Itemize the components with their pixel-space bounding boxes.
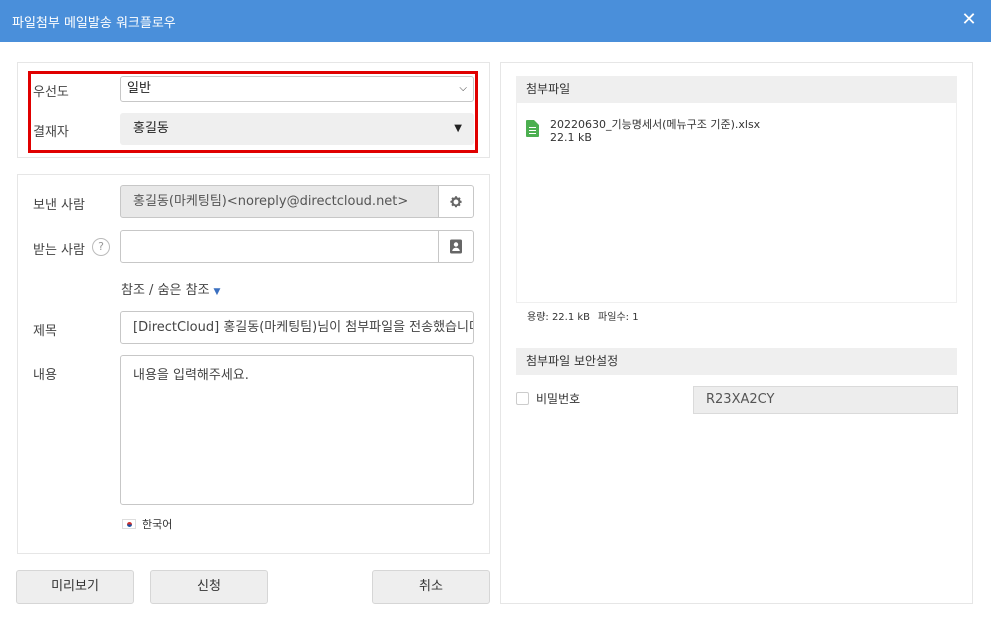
address-book-icon [450, 239, 462, 254]
priority-value: 일반 [127, 81, 151, 96]
dialog-title: 파일첨부 메일발송 워크플로우 [12, 16, 176, 31]
subject-label: 제목 [33, 324, 57, 339]
approver-value: 홍길동 [133, 121, 169, 136]
password-label: 비밀번호 [536, 392, 581, 406]
body-textarea[interactable]: 내용을 입력해주세요. [120, 355, 474, 505]
cc-bcc-label: 참조 / 숨은 참조 [121, 283, 210, 298]
language-label: 한국어 [142, 518, 173, 531]
korea-flag-icon [122, 519, 136, 529]
cancel-button[interactable]: 취소 [372, 570, 490, 604]
security-header: 첨부파일 보안설정 [516, 348, 957, 375]
attachments-header: 첨부파일 [516, 76, 957, 103]
file-name: 20220630_기능명세서(메뉴구조 기준).xlsx [550, 118, 761, 131]
close-icon[interactable]: ✕ [961, 10, 977, 30]
approver-select[interactable]: 홍길동 ▼ [120, 113, 474, 145]
sender-label: 보낸 사람 [33, 198, 85, 213]
cc-bcc-toggle[interactable]: 참조 / 숨은 참조 ▼ [121, 279, 220, 298]
sender-field: 홍길동(마케팅팀)<noreply@directcloud.net> [120, 185, 440, 218]
dialog-titlebar: 파일첨부 메일발송 워크플로우 ✕ [0, 0, 991, 42]
caret-down-icon: ▼ [213, 287, 221, 297]
chevron-down-icon: ⌵ [459, 83, 467, 94]
dropdown-triangle-icon: ▼ [454, 123, 462, 134]
subject-input[interactable]: [DirectCloud] 홍길동(마케팅팀)님이 첨부파일을 전송했습니다 [120, 311, 474, 344]
excel-file-icon [526, 120, 539, 137]
attachment-list: 20220630_기능명세서(메뉴구조 기준).xlsx 22.1 kB [516, 103, 957, 303]
recipient-input[interactable] [120, 230, 440, 263]
body-label: 내용 [33, 368, 57, 383]
attachment-stats: 용량: 22.1 kB 파일수: 1 [527, 308, 647, 323]
address-book-button[interactable] [438, 230, 474, 263]
recipient-label: 받는 사람 [33, 243, 85, 258]
preview-button[interactable]: 미리보기 [16, 570, 134, 604]
body-placeholder: 내용을 입력해주세요. [133, 368, 249, 383]
approver-label: 결재자 [33, 125, 69, 140]
gear-icon [450, 196, 462, 208]
file-size: 22.1 kB [550, 131, 592, 144]
priority-label: 우선도 [33, 85, 69, 100]
submit-button[interactable]: 신청 [150, 570, 268, 604]
password-checkbox[interactable] [516, 392, 529, 405]
password-field[interactable]: R23XA2CY [693, 386, 958, 414]
help-icon[interactable]: ? [92, 238, 110, 256]
priority-select[interactable]: 일반 ⌵ [120, 76, 474, 102]
language-selector[interactable]: 한국어 [122, 516, 172, 532]
sender-settings-button[interactable] [438, 185, 474, 218]
file-count: 파일수: 1 [598, 312, 639, 323]
total-size: 용량: 22.1 kB [527, 312, 591, 323]
